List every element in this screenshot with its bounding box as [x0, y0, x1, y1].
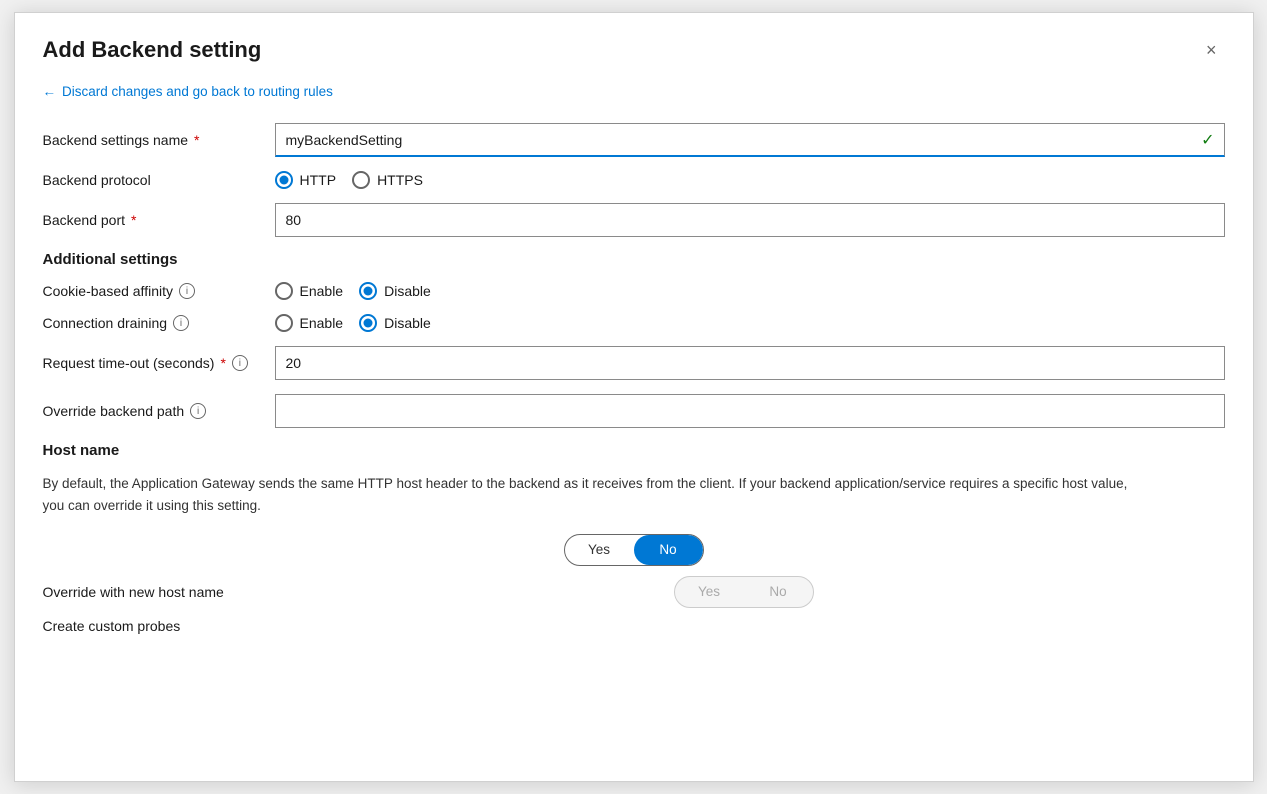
host-name-title: Host name: [43, 442, 1225, 459]
connection-draining-enable-option[interactable]: Enable: [275, 314, 344, 332]
request-timeout-info-icon: i: [232, 355, 248, 371]
cookie-affinity-disable-label: Disable: [384, 283, 431, 299]
host-name-no-option[interactable]: No: [634, 535, 703, 565]
backend-port-label: Backend port *: [43, 212, 263, 228]
override-backend-path-row: Override backend path i: [43, 394, 1225, 428]
cookie-affinity-info-icon: i: [179, 283, 195, 299]
cookie-affinity-disable-radio[interactable]: [359, 282, 377, 300]
connection-draining-radio-group: Enable Disable: [275, 314, 431, 332]
connection-draining-disable-label: Disable: [384, 315, 431, 331]
cookie-affinity-enable-option[interactable]: Enable: [275, 282, 344, 300]
backend-settings-name-input-wrapper: ✓: [275, 123, 1225, 157]
request-timeout-row: Request time-out (seconds) * i: [43, 346, 1225, 380]
backend-settings-name-row: Backend settings name * ✓: [43, 123, 1225, 157]
host-name-toggle-row: Yes No: [43, 534, 1225, 566]
override-backend-path-info-icon: i: [190, 403, 206, 419]
connection-draining-info-icon: i: [173, 315, 189, 331]
request-timeout-input[interactable]: [275, 346, 1225, 380]
create-custom-probes-label: Create custom probes: [43, 618, 181, 634]
add-backend-setting-dialog: Add Backend setting × ← Discard changes …: [14, 12, 1254, 782]
dialog-title: Add Backend setting: [43, 37, 262, 63]
backend-settings-name-input[interactable]: [275, 123, 1225, 157]
close-button[interactable]: ×: [1198, 37, 1225, 63]
override-new-host-toggle-wrapper: Yes No: [263, 576, 1225, 608]
cookie-affinity-disable-option[interactable]: Disable: [359, 282, 431, 300]
cookie-affinity-label: Cookie-based affinity i: [43, 283, 263, 299]
cookie-affinity-enable-radio[interactable]: [275, 282, 293, 300]
back-link[interactable]: ← Discard changes and go back to routing…: [43, 84, 333, 99]
dialog-header: Add Backend setting ×: [43, 37, 1225, 63]
override-backend-path-label: Override backend path i: [43, 403, 263, 419]
backend-port-row: Backend port *: [43, 203, 1225, 237]
backend-protocol-label: Backend protocol: [43, 172, 263, 188]
protocol-https-label: HTTPS: [377, 172, 423, 188]
back-link-text: Discard changes and go back to routing r…: [62, 84, 333, 99]
backend-settings-name-label: Backend settings name *: [43, 132, 263, 148]
protocol-https-option[interactable]: HTTPS: [352, 171, 423, 189]
connection-draining-row: Connection draining i Enable Disable: [43, 314, 1225, 332]
cookie-affinity-row: Cookie-based affinity i Enable Disable: [43, 282, 1225, 300]
protocol-http-option[interactable]: HTTP: [275, 171, 337, 189]
request-timeout-required: *: [220, 355, 225, 371]
protocol-http-label: HTTP: [300, 172, 337, 188]
cookie-affinity-radio-group: Enable Disable: [275, 282, 431, 300]
backend-port-required: *: [131, 212, 136, 228]
backend-protocol-radio-group: HTTP HTTPS: [275, 171, 423, 189]
back-arrow-icon: ←: [43, 84, 57, 99]
override-new-host-row: Override with new host name Yes No: [43, 576, 1225, 608]
connection-draining-disable-option[interactable]: Disable: [359, 314, 431, 332]
override-new-host-label: Override with new host name: [43, 584, 263, 600]
required-indicator: *: [194, 132, 199, 148]
connection-draining-enable-label: Enable: [300, 315, 344, 331]
backend-port-input[interactable]: [275, 203, 1225, 237]
cookie-affinity-enable-label: Enable: [300, 283, 344, 299]
override-new-host-yes-option: Yes: [675, 577, 744, 607]
check-icon: ✓: [1201, 130, 1214, 150]
create-custom-probes-row: Create custom probes: [43, 618, 1225, 634]
host-name-yes-option[interactable]: Yes: [565, 535, 634, 565]
override-new-host-toggle: Yes No: [674, 576, 814, 608]
host-name-description: By default, the Application Gateway send…: [43, 473, 1143, 516]
additional-settings-title: Additional settings: [43, 251, 1225, 268]
request-timeout-label: Request time-out (seconds) * i: [43, 355, 263, 371]
host-name-section: Host name By default, the Application Ga…: [43, 442, 1225, 634]
connection-draining-disable-radio[interactable]: [359, 314, 377, 332]
override-new-host-no-option: No: [744, 577, 813, 607]
connection-draining-enable-radio[interactable]: [275, 314, 293, 332]
override-backend-path-input[interactable]: [275, 394, 1225, 428]
connection-draining-label: Connection draining i: [43, 315, 263, 331]
protocol-http-radio[interactable]: [275, 171, 293, 189]
protocol-https-radio[interactable]: [352, 171, 370, 189]
host-name-toggle[interactable]: Yes No: [564, 534, 704, 566]
backend-protocol-row: Backend protocol HTTP HTTPS: [43, 171, 1225, 189]
